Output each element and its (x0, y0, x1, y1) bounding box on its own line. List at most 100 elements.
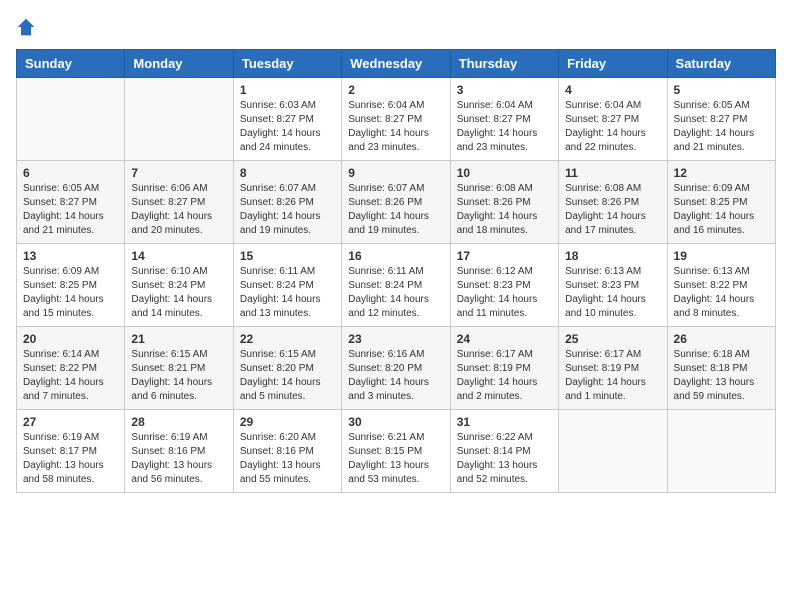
day-details: Sunrise: 6:07 AM Sunset: 8:26 PM Dayligh… (240, 182, 335, 238)
day-number: 9 (348, 166, 443, 180)
day-number: 5 (674, 83, 769, 97)
day-details: Sunrise: 6:20 AM Sunset: 8:16 PM Dayligh… (240, 431, 335, 487)
calendar-cell: 2 Sunrise: 6:04 AM Sunset: 8:27 PM Daylig… (342, 78, 450, 161)
calendar-week-row: 1 Sunrise: 6:03 AM Sunset: 8:27 PM Daylig… (17, 78, 776, 161)
day-number: 19 (674, 249, 769, 263)
day-details: Sunrise: 6:13 AM Sunset: 8:22 PM Dayligh… (674, 265, 769, 321)
calendar-cell: 20Sunrise: 6:14 AM Sunset: 8:22 PM Dayli… (17, 327, 125, 410)
day-details: Sunrise: 6:16 AM Sunset: 8:20 PM Dayligh… (348, 348, 443, 404)
calendar-cell: 29 Sunrise: 6:20 AM Sunset: 8:16 PM Dayli… (233, 410, 341, 493)
day-details: Sunrise: 6:07 AM Sunset: 8:26 PM Dayligh… (348, 182, 443, 238)
calendar-cell: 9 Sunrise: 6:07 AM Sunset: 8:26 PM Daylig… (342, 161, 450, 244)
day-details: Sunrise: 6:08 AM Sunset: 8:26 PM Dayligh… (457, 182, 552, 238)
calendar-cell: 22Sunrise: 6:15 AM Sunset: 8:20 PM Dayli… (233, 327, 341, 410)
day-details: Sunrise: 6:15 AM Sunset: 8:21 PM Dayligh… (131, 348, 226, 404)
day-details: Sunrise: 6:17 AM Sunset: 8:19 PM Dayligh… (565, 348, 660, 404)
calendar-cell: 31Sunrise: 6:22 AM Sunset: 8:14 PM Dayli… (450, 410, 558, 493)
weekday-header: Sunday (17, 50, 125, 78)
calendar-cell (559, 410, 667, 493)
calendar-cell: 21 Sunrise: 6:15 AM Sunset: 8:21 PM Dayli… (125, 327, 233, 410)
day-number: 8 (240, 166, 335, 180)
day-details: Sunrise: 6:21 AM Sunset: 8:15 PM Dayligh… (348, 431, 443, 487)
calendar-week-row: 27 Sunrise: 6:19 AM Sunset: 8:17 PM Dayli… (17, 410, 776, 493)
calendar-week-row: 20Sunrise: 6:14 AM Sunset: 8:22 PM Dayli… (17, 327, 776, 410)
day-number: 30 (348, 415, 443, 429)
day-number: 24 (457, 332, 552, 346)
weekday-header: Tuesday (233, 50, 341, 78)
calendar-week-row: 13 Sunrise: 6:09 AM Sunset: 8:25 PM Dayli… (17, 244, 776, 327)
day-number: 15 (240, 249, 335, 263)
weekday-header: Thursday (450, 50, 558, 78)
day-number: 1 (240, 83, 335, 97)
day-number: 29 (240, 415, 335, 429)
calendar-cell: 1 Sunrise: 6:03 AM Sunset: 8:27 PM Daylig… (233, 78, 341, 161)
calendar-cell: 11 Sunrise: 6:08 AM Sunset: 8:26 PM Dayli… (559, 161, 667, 244)
day-number: 23 (348, 332, 443, 346)
day-number: 17 (457, 249, 552, 263)
day-number: 18 (565, 249, 660, 263)
day-number: 26 (674, 332, 769, 346)
weekday-header: Monday (125, 50, 233, 78)
calendar-cell: 24 Sunrise: 6:17 AM Sunset: 8:19 PM Dayli… (450, 327, 558, 410)
day-details: Sunrise: 6:03 AM Sunset: 8:27 PM Dayligh… (240, 99, 335, 155)
calendar-cell: 16Sunrise: 6:11 AM Sunset: 8:24 PM Dayli… (342, 244, 450, 327)
calendar-cell: 28 Sunrise: 6:19 AM Sunset: 8:16 PM Dayli… (125, 410, 233, 493)
day-number: 13 (23, 249, 118, 263)
day-details: Sunrise: 6:05 AM Sunset: 8:27 PM Dayligh… (674, 99, 769, 155)
calendar-cell (667, 410, 775, 493)
calendar: SundayMondayTuesdayWednesdayThursdayFrid… (16, 49, 776, 493)
day-number: 28 (131, 415, 226, 429)
weekday-header: Friday (559, 50, 667, 78)
day-details: Sunrise: 6:15 AM Sunset: 8:20 PM Dayligh… (240, 348, 335, 404)
weekday-header: Wednesday (342, 50, 450, 78)
day-details: Sunrise: 6:12 AM Sunset: 8:23 PM Dayligh… (457, 265, 552, 321)
calendar-cell: 14Sunrise: 6:10 AM Sunset: 8:24 PM Dayli… (125, 244, 233, 327)
calendar-week-row: 6 Sunrise: 6:05 AM Sunset: 8:27 PM Daylig… (17, 161, 776, 244)
day-number: 11 (565, 166, 660, 180)
calendar-cell (17, 78, 125, 161)
day-details: Sunrise: 6:18 AM Sunset: 8:18 PM Dayligh… (674, 348, 769, 404)
calendar-cell: 23 Sunrise: 6:16 AM Sunset: 8:20 PM Dayli… (342, 327, 450, 410)
calendar-cell: 3 Sunrise: 6:04 AM Sunset: 8:27 PM Daylig… (450, 78, 558, 161)
calendar-cell: 26 Sunrise: 6:18 AM Sunset: 8:18 PM Dayli… (667, 327, 775, 410)
day-details: Sunrise: 6:22 AM Sunset: 8:14 PM Dayligh… (457, 431, 552, 487)
day-details: Sunrise: 6:06 AM Sunset: 8:27 PM Dayligh… (131, 182, 226, 238)
calendar-cell: 12Sunrise: 6:09 AM Sunset: 8:25 PM Dayli… (667, 161, 775, 244)
day-number: 27 (23, 415, 118, 429)
calendar-cell: 8 Sunrise: 6:07 AM Sunset: 8:26 PM Daylig… (233, 161, 341, 244)
day-details: Sunrise: 6:10 AM Sunset: 8:24 PM Dayligh… (131, 265, 226, 321)
day-details: Sunrise: 6:05 AM Sunset: 8:27 PM Dayligh… (23, 182, 118, 238)
logo-icon (16, 17, 36, 37)
day-details: Sunrise: 6:17 AM Sunset: 8:19 PM Dayligh… (457, 348, 552, 404)
day-number: 7 (131, 166, 226, 180)
calendar-cell: 10Sunrise: 6:08 AM Sunset: 8:26 PM Dayli… (450, 161, 558, 244)
day-number: 3 (457, 83, 552, 97)
header (16, 16, 776, 37)
calendar-cell: 18 Sunrise: 6:13 AM Sunset: 8:23 PM Dayli… (559, 244, 667, 327)
day-details: Sunrise: 6:04 AM Sunset: 8:27 PM Dayligh… (348, 99, 443, 155)
day-number: 6 (23, 166, 118, 180)
calendar-cell: 13 Sunrise: 6:09 AM Sunset: 8:25 PM Dayli… (17, 244, 125, 327)
weekday-header: Saturday (667, 50, 775, 78)
calendar-cell: 7 Sunrise: 6:06 AM Sunset: 8:27 PM Daylig… (125, 161, 233, 244)
day-number: 25 (565, 332, 660, 346)
day-number: 16 (348, 249, 443, 263)
day-number: 2 (348, 83, 443, 97)
day-details: Sunrise: 6:04 AM Sunset: 8:27 PM Dayligh… (457, 99, 552, 155)
calendar-cell: 5 Sunrise: 6:05 AM Sunset: 8:27 PM Daylig… (667, 78, 775, 161)
logo (16, 16, 40, 37)
calendar-cell: 30 Sunrise: 6:21 AM Sunset: 8:15 PM Dayli… (342, 410, 450, 493)
day-number: 21 (131, 332, 226, 346)
day-details: Sunrise: 6:09 AM Sunset: 8:25 PM Dayligh… (23, 265, 118, 321)
day-details: Sunrise: 6:19 AM Sunset: 8:16 PM Dayligh… (131, 431, 226, 487)
day-details: Sunrise: 6:13 AM Sunset: 8:23 PM Dayligh… (565, 265, 660, 321)
day-details: Sunrise: 6:11 AM Sunset: 8:24 PM Dayligh… (240, 265, 335, 321)
day-details: Sunrise: 6:14 AM Sunset: 8:22 PM Dayligh… (23, 348, 118, 404)
calendar-cell: 19 Sunrise: 6:13 AM Sunset: 8:22 PM Dayli… (667, 244, 775, 327)
calendar-cell: 25 Sunrise: 6:17 AM Sunset: 8:19 PM Dayli… (559, 327, 667, 410)
day-details: Sunrise: 6:19 AM Sunset: 8:17 PM Dayligh… (23, 431, 118, 487)
calendar-cell: 27 Sunrise: 6:19 AM Sunset: 8:17 PM Dayli… (17, 410, 125, 493)
day-details: Sunrise: 6:08 AM Sunset: 8:26 PM Dayligh… (565, 182, 660, 238)
calendar-cell (125, 78, 233, 161)
day-number: 4 (565, 83, 660, 97)
